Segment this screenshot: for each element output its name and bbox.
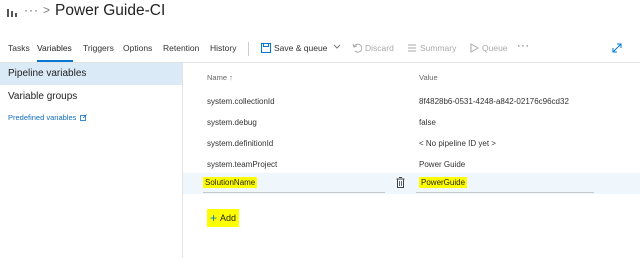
discard-button[interactable]: Discard bbox=[352, 43, 394, 53]
sidebar-item-variable-groups[interactable]: Variable groups bbox=[0, 91, 182, 107]
play-icon bbox=[470, 43, 480, 53]
table-row-editing[interactable]: SolutionName PowerGuide bbox=[183, 173, 640, 194]
summary-label: Summary bbox=[420, 43, 457, 53]
title-bar: ··· > Power Guide-CI bbox=[0, 0, 640, 30]
variable-value[interactable]: 8f4828b6-0531-4248-a842-02176c96cd32 bbox=[419, 97, 569, 106]
tab-options[interactable]: Options bbox=[123, 43, 152, 53]
variable-value[interactable]: false bbox=[419, 118, 436, 127]
variable-value[interactable]: < No pipeline ID yet > bbox=[419, 139, 496, 148]
tab-variables[interactable]: Variables bbox=[37, 43, 72, 53]
sort-ascending-icon: ↑ bbox=[229, 73, 233, 82]
column-header-name[interactable]: Name ↑ bbox=[207, 73, 233, 82]
table-row[interactable]: system.definitionId < No pipeline ID yet… bbox=[183, 134, 640, 155]
save-queue-label: Save & queue bbox=[274, 43, 328, 53]
variables-grid: Name ↑ Value system.collectionId 8f4828b… bbox=[183, 63, 640, 258]
sidebar-item-pipeline-variables[interactable]: Pipeline variables bbox=[0, 63, 182, 85]
tab-tasks[interactable]: Tasks bbox=[8, 43, 30, 53]
name-input-underline bbox=[203, 192, 385, 193]
table-row[interactable]: system.collectionId 8f4828b6-0531-4248-a… bbox=[183, 92, 640, 113]
more-actions-button[interactable]: ··· bbox=[517, 40, 530, 52]
value-input-underline bbox=[416, 192, 594, 193]
breadcrumb-more[interactable]: ··· bbox=[24, 3, 39, 17]
undo-icon bbox=[352, 43, 363, 53]
predefined-variables-label: Predefined variables bbox=[8, 113, 77, 122]
sidebar-item-label: Pipeline variables bbox=[8, 68, 87, 79]
chevron-down-icon bbox=[333, 44, 341, 49]
add-variable-label: Add bbox=[220, 213, 237, 223]
tab-triggers[interactable]: Triggers bbox=[83, 43, 114, 53]
save-icon bbox=[261, 43, 271, 53]
column-header-value: Value bbox=[419, 73, 438, 82]
expand-icon[interactable] bbox=[612, 43, 622, 53]
variable-name[interactable]: system.debug bbox=[207, 118, 257, 127]
variable-name-input[interactable]: SolutionName bbox=[203, 177, 258, 188]
variable-name[interactable]: system.teamProject bbox=[207, 160, 277, 169]
variable-name[interactable]: system.definitionId bbox=[207, 139, 273, 148]
trash-icon[interactable] bbox=[396, 177, 405, 188]
toolbar-divider bbox=[248, 42, 249, 56]
plus-icon: + bbox=[210, 211, 218, 225]
variables-sidebar: Pipeline variables Variable groups Prede… bbox=[0, 63, 182, 258]
external-link-icon bbox=[80, 114, 88, 121]
variable-value[interactable]: Power Guide bbox=[419, 160, 465, 169]
queue-button[interactable]: Queue bbox=[470, 43, 508, 53]
tab-bar: Tasks Variables Triggers Options Retenti… bbox=[0, 36, 640, 62]
variable-value-text: PowerGuide bbox=[419, 177, 468, 188]
pipelines-icon bbox=[7, 9, 17, 17]
list-icon bbox=[408, 44, 416, 52]
tab-history[interactable]: History bbox=[210, 43, 236, 53]
add-variable-button[interactable]: + Add bbox=[207, 209, 240, 227]
variable-name[interactable]: system.collectionId bbox=[207, 97, 275, 106]
breadcrumb-separator: > bbox=[43, 3, 51, 17]
save-queue-button[interactable]: Save & queue bbox=[261, 43, 344, 53]
variable-value-input[interactable]: PowerGuide bbox=[419, 177, 468, 188]
table-row[interactable]: system.debug false bbox=[183, 113, 640, 134]
sidebar-item-label: Variable groups bbox=[8, 91, 78, 102]
discard-label: Discard bbox=[365, 43, 394, 53]
variable-name-text: SolutionName bbox=[203, 177, 258, 188]
tab-retention[interactable]: Retention bbox=[163, 43, 199, 53]
summary-button[interactable]: Summary bbox=[407, 43, 456, 53]
queue-label: Queue bbox=[482, 43, 508, 53]
column-header-name-label: Name bbox=[207, 73, 228, 82]
page-title: Power Guide-CI bbox=[55, 2, 166, 19]
predefined-variables-link[interactable]: Predefined variables bbox=[8, 113, 88, 122]
